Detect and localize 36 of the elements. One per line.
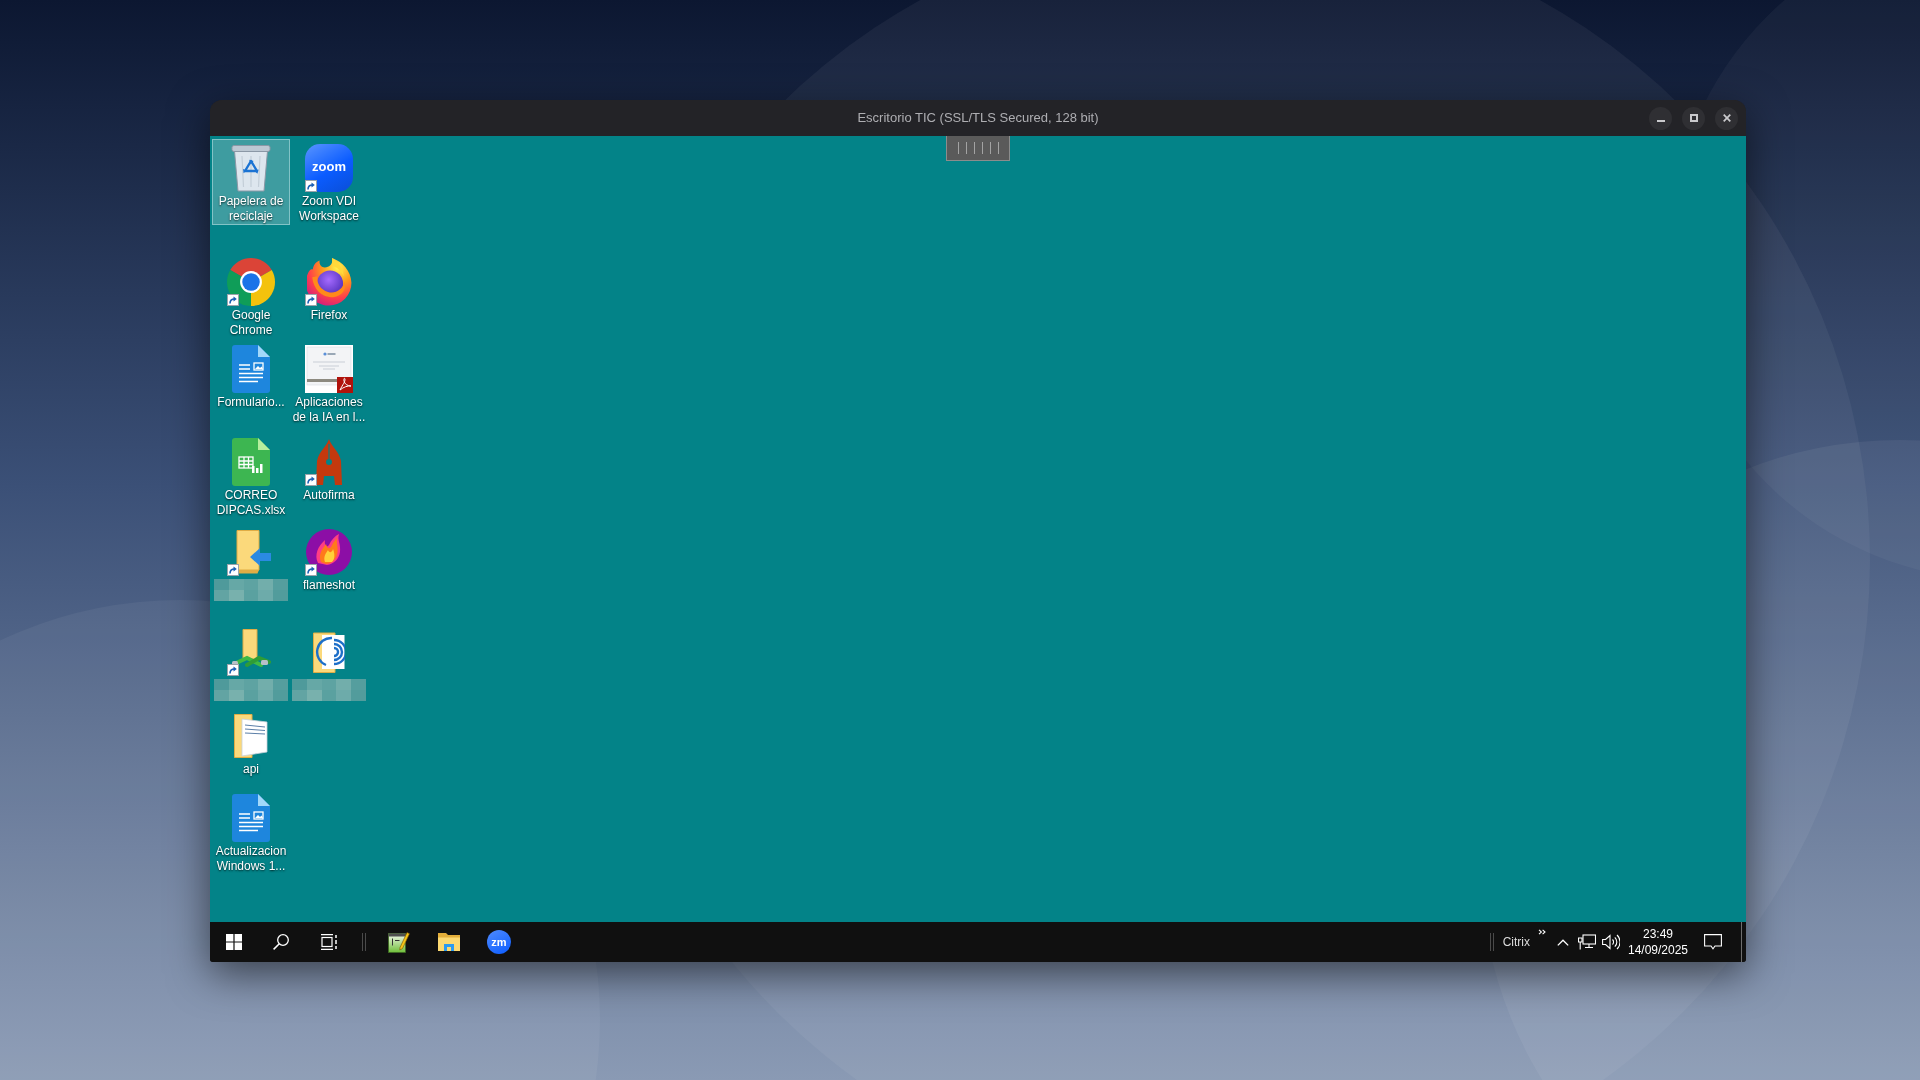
document-icon bbox=[232, 794, 270, 842]
zoom-logo: zoom bbox=[305, 144, 353, 192]
close-button[interactable] bbox=[1715, 106, 1738, 130]
document-icon bbox=[232, 345, 270, 393]
pen-nib-icon bbox=[315, 439, 343, 485]
pdf-thumbnail-icon bbox=[305, 345, 353, 393]
minimize-icon bbox=[1656, 120, 1665, 122]
maximize-button[interactable] bbox=[1682, 106, 1705, 130]
close-icon bbox=[1722, 114, 1731, 122]
chrome-logo-icon bbox=[227, 258, 275, 306]
flame-logo-icon bbox=[306, 529, 352, 575]
stacked-windows-icon bbox=[321, 934, 337, 950]
taskbar-app-button[interactable]: zm bbox=[474, 922, 524, 962]
speech-bubble-icon bbox=[1704, 934, 1722, 950]
grip-icon bbox=[957, 142, 999, 154]
search-icon bbox=[273, 934, 289, 950]
spreadsheet-icon bbox=[232, 438, 270, 486]
minimize-button[interactable] bbox=[1649, 106, 1672, 130]
zoom-logo: zm bbox=[487, 930, 511, 954]
windows-logo-icon bbox=[225, 934, 242, 950]
folder-icon bbox=[437, 932, 461, 952]
monitor-icon bbox=[1578, 934, 1596, 950]
speaker-icon bbox=[1602, 934, 1620, 950]
folder-pages-icon bbox=[234, 714, 268, 758]
double-chevron-icon bbox=[1538, 929, 1546, 935]
firefox-logo-icon bbox=[306, 258, 352, 306]
chevron-up-icon bbox=[1557, 938, 1569, 946]
maximize-icon bbox=[1689, 114, 1698, 122]
clock-button[interactable]: 23:49 14/09/2025 bbox=[1623, 922, 1693, 962]
notepad-pencil-icon bbox=[388, 931, 410, 953]
toolbar-handle[interactable] bbox=[946, 136, 1010, 161]
window-title: Escritorio TIC (SSL/TLS Secured, 128 bit) bbox=[857, 109, 1099, 128]
desktop-icon[interactable]: Papelera de reciclaje bbox=[212, 139, 290, 225]
folder-swirl-icon bbox=[313, 631, 345, 673]
citrix-tray-button[interactable]: Citrix bbox=[1502, 933, 1530, 951]
recycle-bin-icon bbox=[231, 144, 271, 192]
